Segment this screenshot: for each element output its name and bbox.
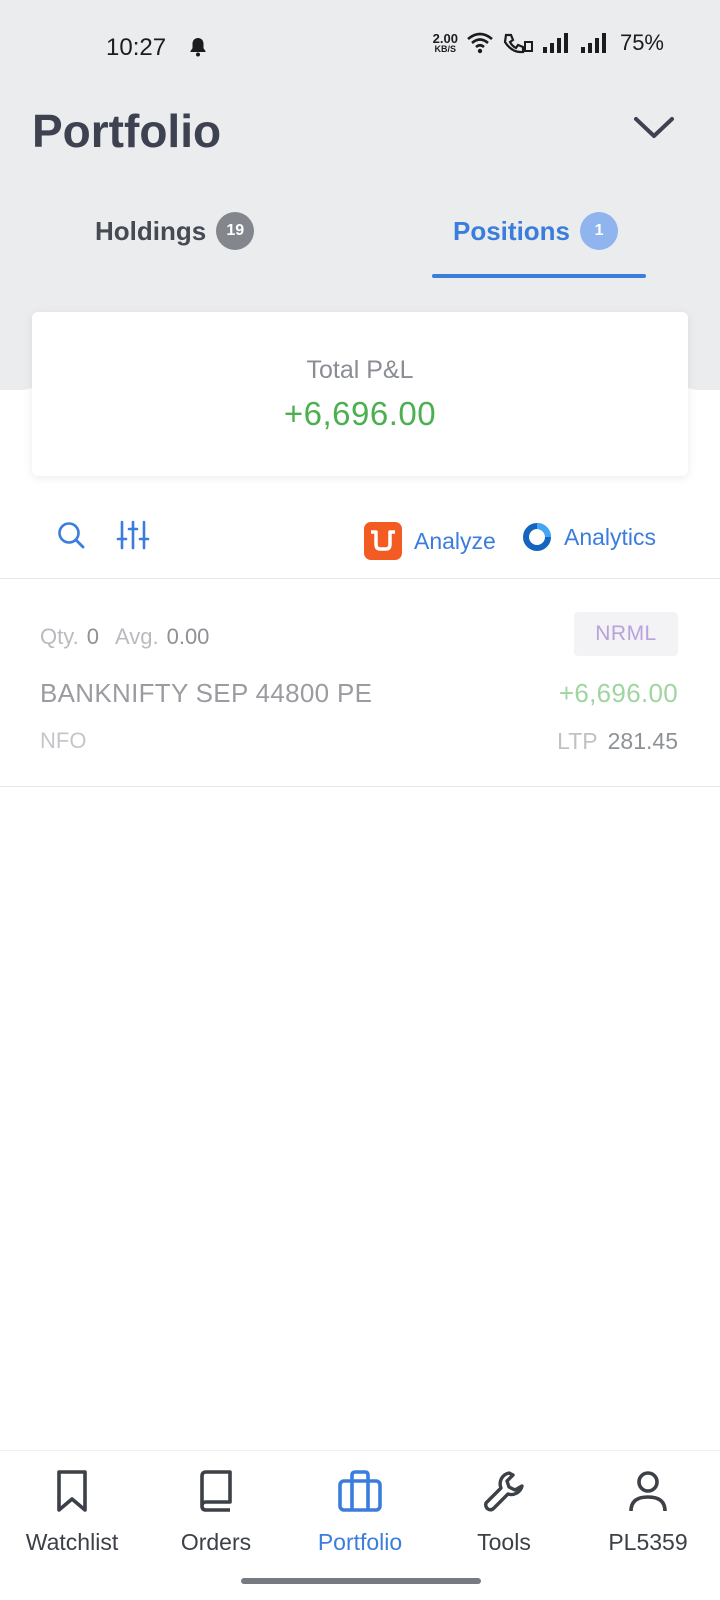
network-speed: 2.00 KB/S: [433, 32, 458, 54]
nav-portfolio-label: Portfolio: [317, 1529, 403, 1555]
tab-holdings[interactable]: Holdings 19: [95, 212, 255, 250]
analyze-logo-icon: [364, 522, 402, 560]
analyze-button[interactable]: Analyze: [364, 522, 496, 560]
nav-orders-label: Orders: [180, 1529, 252, 1555]
analytics-logo-icon: [523, 523, 551, 551]
analyze-label: Analyze: [414, 527, 496, 554]
exchange-label: NFO: [40, 728, 87, 753]
divider: [0, 578, 720, 579]
chevron-down-icon[interactable]: [632, 114, 676, 142]
position-pnl: +6,696.00: [558, 678, 678, 708]
tab-positions-label: Positions: [453, 215, 571, 246]
qty-label: Qty.: [40, 624, 79, 649]
wrench-icon: [484, 1471, 524, 1512]
avg-label: Avg.: [114, 624, 159, 649]
ltp-value: 281.45: [607, 728, 678, 754]
position-meta: Qty. 0 Avg. 0.00: [40, 624, 209, 650]
search-icon[interactable]: [56, 520, 86, 550]
home-indicator[interactable]: [241, 1578, 481, 1584]
active-tab-indicator: [432, 274, 646, 278]
status-time: 10:27: [106, 34, 167, 61]
wifi-call-icon: [503, 33, 533, 54]
total-pnl-card: Total P&L +6,696.00: [32, 312, 688, 476]
network-speed-unit: KB/S: [434, 44, 457, 54]
signal-icon: [542, 33, 568, 53]
qty-value: 0: [86, 624, 99, 649]
bookmark-icon: [57, 1470, 87, 1512]
nav-watchlist-label: Watchlist: [25, 1529, 119, 1555]
page-title: Portfolio: [32, 105, 222, 157]
user-icon: [629, 1471, 667, 1512]
analytics-button[interactable]: Analytics: [522, 522, 656, 552]
bell-icon: [190, 38, 206, 57]
instrument-name: BANKNIFTY SEP 44800 PE: [40, 678, 373, 708]
holdings-count-badge: 19: [216, 212, 255, 250]
position-row[interactable]: Qty. 0 Avg. 0.00 NRML BANKNIFTY SEP 4480…: [0, 580, 720, 786]
total-pnl-value: +6,696.00: [283, 394, 437, 432]
ltp-label: LTP: [557, 728, 598, 754]
briefcase-icon: [338, 1470, 382, 1512]
nav-portfolio[interactable]: Portfolio: [288, 1469, 432, 1556]
tab-holdings-label: Holdings: [95, 215, 207, 246]
status-bar: 10:27 2.00 KB/S 75%: [0, 0, 720, 96]
nav-watchlist[interactable]: Watchlist: [0, 1469, 144, 1556]
signal-icon: [580, 33, 606, 53]
status-indicators: 2.00 KB/S 75%: [433, 30, 664, 56]
nav-tools-label: Tools: [477, 1529, 531, 1555]
nav-tools[interactable]: Tools: [432, 1469, 576, 1556]
nav-orders[interactable]: Orders: [144, 1469, 288, 1556]
product-type-badge: NRML: [574, 612, 678, 656]
positions-count-badge: 1: [580, 212, 619, 250]
total-pnl-label: Total P&L: [306, 355, 414, 384]
nav-profile-label: PL5359: [608, 1529, 688, 1555]
analytics-label: Analytics: [564, 523, 657, 550]
nav-profile[interactable]: PL5359: [576, 1469, 720, 1556]
ltp: LTP 281.45: [557, 728, 678, 755]
wifi-icon: [467, 32, 493, 54]
tab-positions[interactable]: Positions 1: [453, 212, 619, 250]
book-icon: [200, 1470, 232, 1512]
avg-value: 0.00: [166, 624, 210, 649]
divider: [0, 786, 720, 787]
battery-level: 75%: [619, 30, 664, 55]
filter-sliders-icon[interactable]: [116, 520, 150, 550]
